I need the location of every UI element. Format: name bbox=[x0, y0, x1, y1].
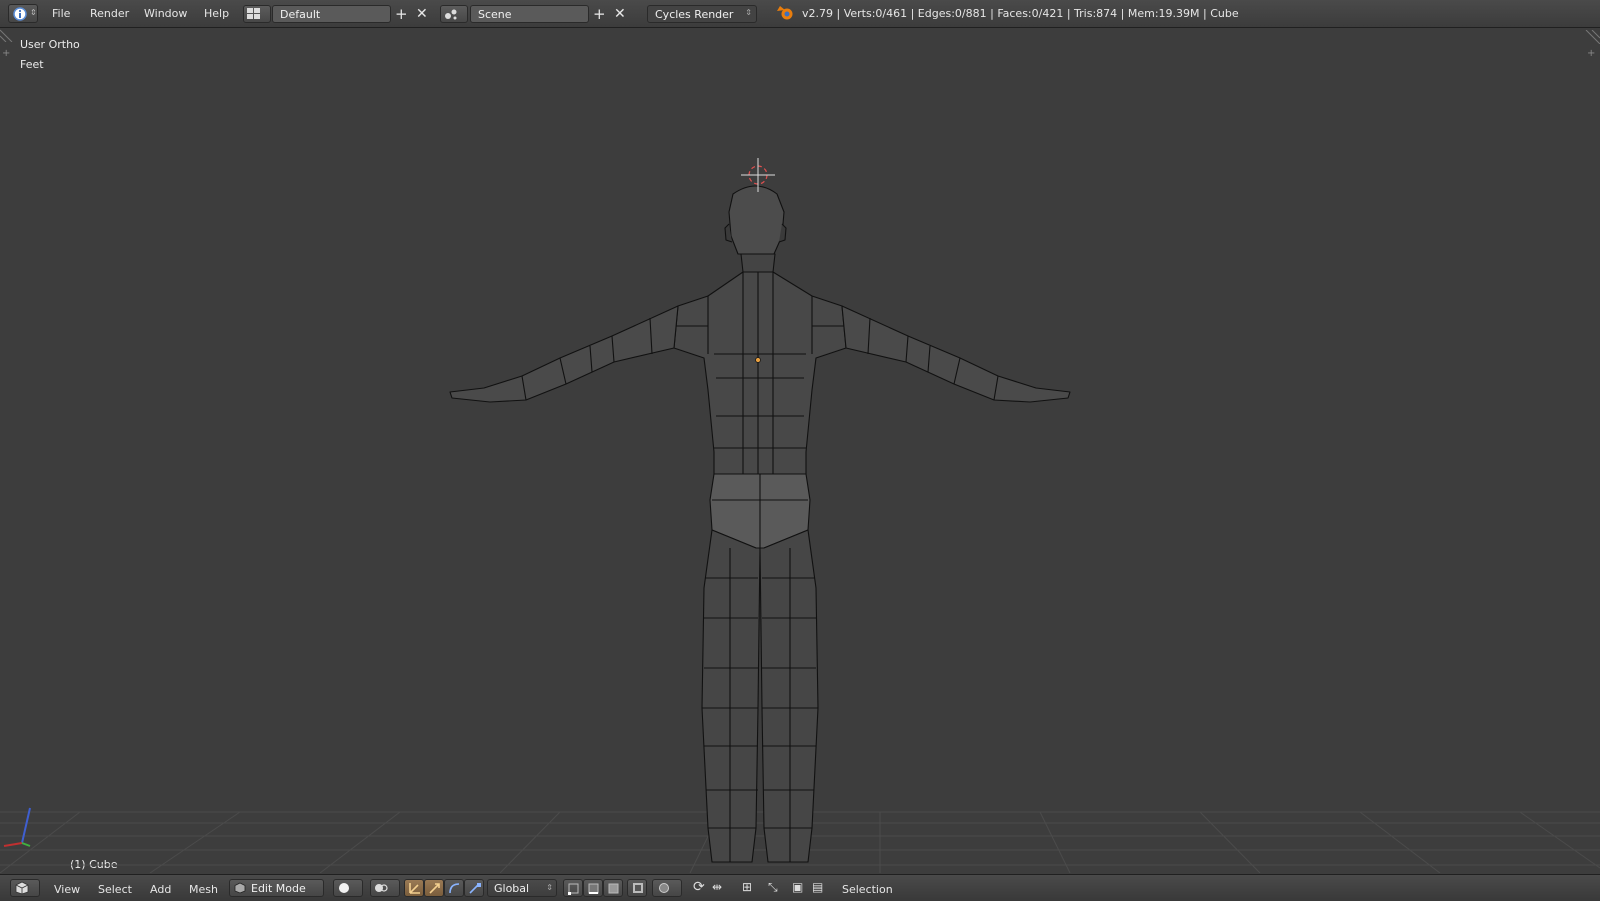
render-engine-label: Cycles Render bbox=[655, 8, 734, 21]
chevron-updown-icon: ⇕ bbox=[30, 8, 37, 17]
orientation-label: Global bbox=[494, 882, 530, 895]
info-icon bbox=[13, 7, 27, 21]
3d-view-icon bbox=[15, 881, 29, 895]
transform-orientation-dropdown[interactable]: Global ⇕ bbox=[487, 879, 557, 897]
axis-gizmo bbox=[3, 807, 31, 847]
translate-manipulator-button[interactable] bbox=[424, 879, 444, 897]
mode-label: Edit Mode bbox=[251, 882, 306, 895]
screen-layout-field[interactable]: Default bbox=[272, 5, 391, 23]
render-engine-dropdown[interactable]: Cycles Render ⇕ bbox=[647, 5, 757, 23]
scene-icon bbox=[445, 9, 457, 20]
face-select-button[interactable] bbox=[603, 879, 623, 897]
viewport-shading-dropdown[interactable] bbox=[333, 879, 363, 897]
menu-add[interactable]: Add bbox=[150, 883, 171, 896]
menu-view[interactable]: View bbox=[54, 883, 80, 896]
clapper-icon[interactable]: ▤ bbox=[812, 880, 823, 894]
close-icon[interactable]: ✕ bbox=[416, 5, 428, 23]
limit-selection-button[interactable] bbox=[627, 879, 647, 897]
screen-layout-browse-button[interactable] bbox=[243, 5, 271, 23]
editor-type-button[interactable] bbox=[10, 879, 40, 897]
menu-file[interactable]: File bbox=[52, 7, 70, 20]
proportional-editing-icon bbox=[659, 883, 669, 893]
layout-grid-icon bbox=[247, 8, 260, 19]
transform-icon[interactable]: ⤡ bbox=[768, 880, 778, 895]
arrow-icon bbox=[429, 883, 440, 894]
selection-label: Selection bbox=[842, 883, 893, 896]
pivot-icon bbox=[375, 884, 388, 892]
edge-select-icon bbox=[588, 883, 599, 894]
scale-manipulator-button[interactable] bbox=[464, 879, 484, 897]
object-origin bbox=[755, 357, 761, 363]
add-icon[interactable]: + bbox=[593, 5, 606, 23]
snap-element-icon[interactable]: ⇹ bbox=[712, 880, 722, 894]
viewport-canvas bbox=[0, 158, 1600, 873]
menu-render[interactable]: Render bbox=[90, 7, 129, 20]
proportional-editing-dropdown[interactable] bbox=[652, 879, 682, 897]
scale-icon bbox=[469, 883, 481, 894]
menu-window[interactable]: Window bbox=[144, 7, 187, 20]
3d-viewport[interactable]: User Ortho Feet (1) Cube + + bbox=[0, 28, 1600, 873]
manipulator-toggle-button[interactable] bbox=[404, 879, 424, 897]
vertex-select-button[interactable] bbox=[563, 879, 583, 897]
vertex-select-icon bbox=[568, 883, 579, 895]
info-header: ⇕ File Render Window Help Default + ✕ Sc… bbox=[0, 0, 1600, 28]
render-camera-icon[interactable]: ▣ bbox=[792, 880, 803, 894]
rotate-icon bbox=[449, 883, 460, 894]
info-editor-type-button[interactable]: ⇕ bbox=[8, 4, 38, 23]
menu-mesh[interactable]: Mesh bbox=[189, 883, 218, 896]
snap-target-icon[interactable]: ⊞ bbox=[742, 880, 752, 894]
solid-shading-icon bbox=[339, 883, 349, 893]
menu-help[interactable]: Help bbox=[204, 7, 229, 20]
rotate-manipulator-button[interactable] bbox=[444, 879, 464, 897]
scene-browse-button[interactable] bbox=[440, 5, 468, 23]
snap-icon[interactable]: ⟳ bbox=[693, 879, 705, 895]
chevron-updown-icon: ⇕ bbox=[546, 883, 553, 892]
close-icon[interactable]: ✕ bbox=[614, 5, 626, 23]
view3d-header: View Select Add Mesh Edit Mode Global ⇕ … bbox=[0, 874, 1600, 901]
face-select-icon bbox=[608, 883, 619, 894]
edge-select-button[interactable] bbox=[583, 879, 603, 897]
manipulator-icon bbox=[409, 883, 420, 894]
scene-statistics: v2.79 | Verts:0/461 | Edges:0/881 | Face… bbox=[802, 7, 1239, 20]
occlude-icon bbox=[633, 883, 643, 893]
blender-logo-icon bbox=[777, 6, 793, 20]
interaction-mode-dropdown[interactable]: Edit Mode bbox=[229, 879, 324, 897]
edit-mode-icon bbox=[234, 882, 246, 894]
add-icon[interactable]: + bbox=[395, 5, 408, 23]
humanoid-mesh bbox=[449, 185, 1071, 863]
pivot-point-dropdown[interactable] bbox=[370, 879, 400, 897]
chevron-updown-icon: ⇕ bbox=[745, 8, 752, 17]
menu-select[interactable]: Select bbox=[98, 883, 132, 896]
scene-field[interactable]: Scene bbox=[470, 5, 589, 23]
